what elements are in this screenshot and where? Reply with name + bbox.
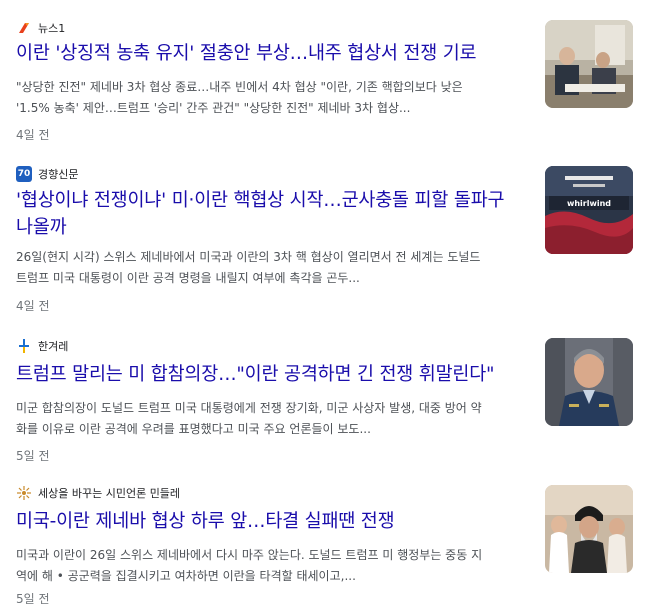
- snippet-line: "상당한 진전" 제네바 3차 협상 종료…내주 빈에서 4차 협상 "이란, …: [16, 80, 463, 94]
- source-name: 한겨레: [38, 340, 69, 353]
- title-line: 나올까: [16, 217, 67, 238]
- snippet-line: 미국과 이란이 26일 스위스 제네바에서 다시 마주 앉는다. 도널드 트럼프…: [16, 548, 483, 562]
- snippet-line: 역에 해 • 공군력을 집결시키고 여차하면 이란을 타격할 태세이고,...: [16, 569, 356, 583]
- article-title-link[interactable]: 이란 '상징적 농축 유지' 절충안 부상…내주 협상서 전쟁 기로: [16, 40, 516, 67]
- article-title-link[interactable]: 트럼프 말리는 미 합참의장…"이란 공격하면 긴 전쟁 휘말린다": [16, 361, 516, 388]
- article-age: 5일 전: [16, 592, 50, 606]
- source-name: 뉴스1: [38, 22, 66, 35]
- hani-logo-icon: [16, 338, 32, 354]
- source-row[interactable]: 뉴스1: [16, 20, 65, 36]
- kyunghyang-logo-icon: 70: [16, 166, 32, 182]
- article-thumbnail[interactable]: [545, 20, 633, 108]
- snippet-line: 트럼프 미국 대통령이 이란 공격 명령을 내릴지 여부에 촉각을 곤두...: [16, 271, 360, 285]
- snippet-line: 26일(현지 시각) 스위스 제네바에서 미국과 이란의 3차 핵 협상이 열리…: [16, 250, 481, 264]
- article-snippet: 미국과 이란이 26일 스위스 제네바에서 다시 마주 앉는다. 도널드 트럼프…: [16, 545, 528, 587]
- article-snippet: "상당한 진전" 제네바 3차 협상 종료…내주 빈에서 4차 협상 "이란, …: [16, 77, 528, 119]
- source-row[interactable]: 세상을 바꾸는 시민언론 민들레: [16, 485, 180, 501]
- article-snippet: 26일(현지 시각) 스위스 제네바에서 미국과 이란의 3차 핵 협상이 열리…: [16, 247, 528, 289]
- article-title-link[interactable]: '협상이냐 전쟁이냐' 미·이란 핵협상 시작…군사충돌 피할 돌파구 나올까: [16, 187, 516, 241]
- article-title-link[interactable]: 미국-이란 제네바 협상 하루 앞…타결 실패땐 전쟁: [16, 508, 516, 535]
- source-row[interactable]: 한겨레: [16, 338, 68, 354]
- article-snippet: 미군 합참의장이 도널드 트럼프 미국 대통령에게 전쟁 장기화, 미군 사상자…: [16, 398, 528, 440]
- thumbnail-caption: whirlwind: [567, 199, 611, 208]
- mindle-logo-icon: [16, 485, 32, 501]
- source-row[interactable]: 70 경향신문: [16, 166, 78, 182]
- snippet-line: 미군 합참의장이 도널드 트럼프 미국 대통령에게 전쟁 장기화, 미군 사상자…: [16, 401, 482, 415]
- source-name: 세상을 바꾸는 시민언론 민들레: [38, 487, 181, 500]
- title-line: '협상이냐 전쟁이냐' 미·이란 핵협상 시작…군사충돌 피할 돌파구: [16, 190, 505, 211]
- article-age: 5일 전: [16, 449, 50, 463]
- article-age: 4일 전: [16, 128, 50, 142]
- snippet-line: '1.5% 농축' 제안…트럼프 '승리' 간주 관건" "상당한 진전" 제네…: [16, 101, 411, 115]
- source-name: 경향신문: [38, 168, 79, 181]
- snippet-line: 화를 이유로 이란 공격에 우려를 표명했다고 미국 주요 언론들이 보도...: [16, 422, 371, 436]
- article-thumbnail[interactable]: whirlwind: [545, 166, 633, 254]
- article-age: 4일 전: [16, 299, 50, 313]
- article-thumbnail[interactable]: [545, 485, 633, 573]
- news1-logo-icon: [16, 20, 32, 36]
- article-thumbnail[interactable]: [545, 338, 633, 426]
